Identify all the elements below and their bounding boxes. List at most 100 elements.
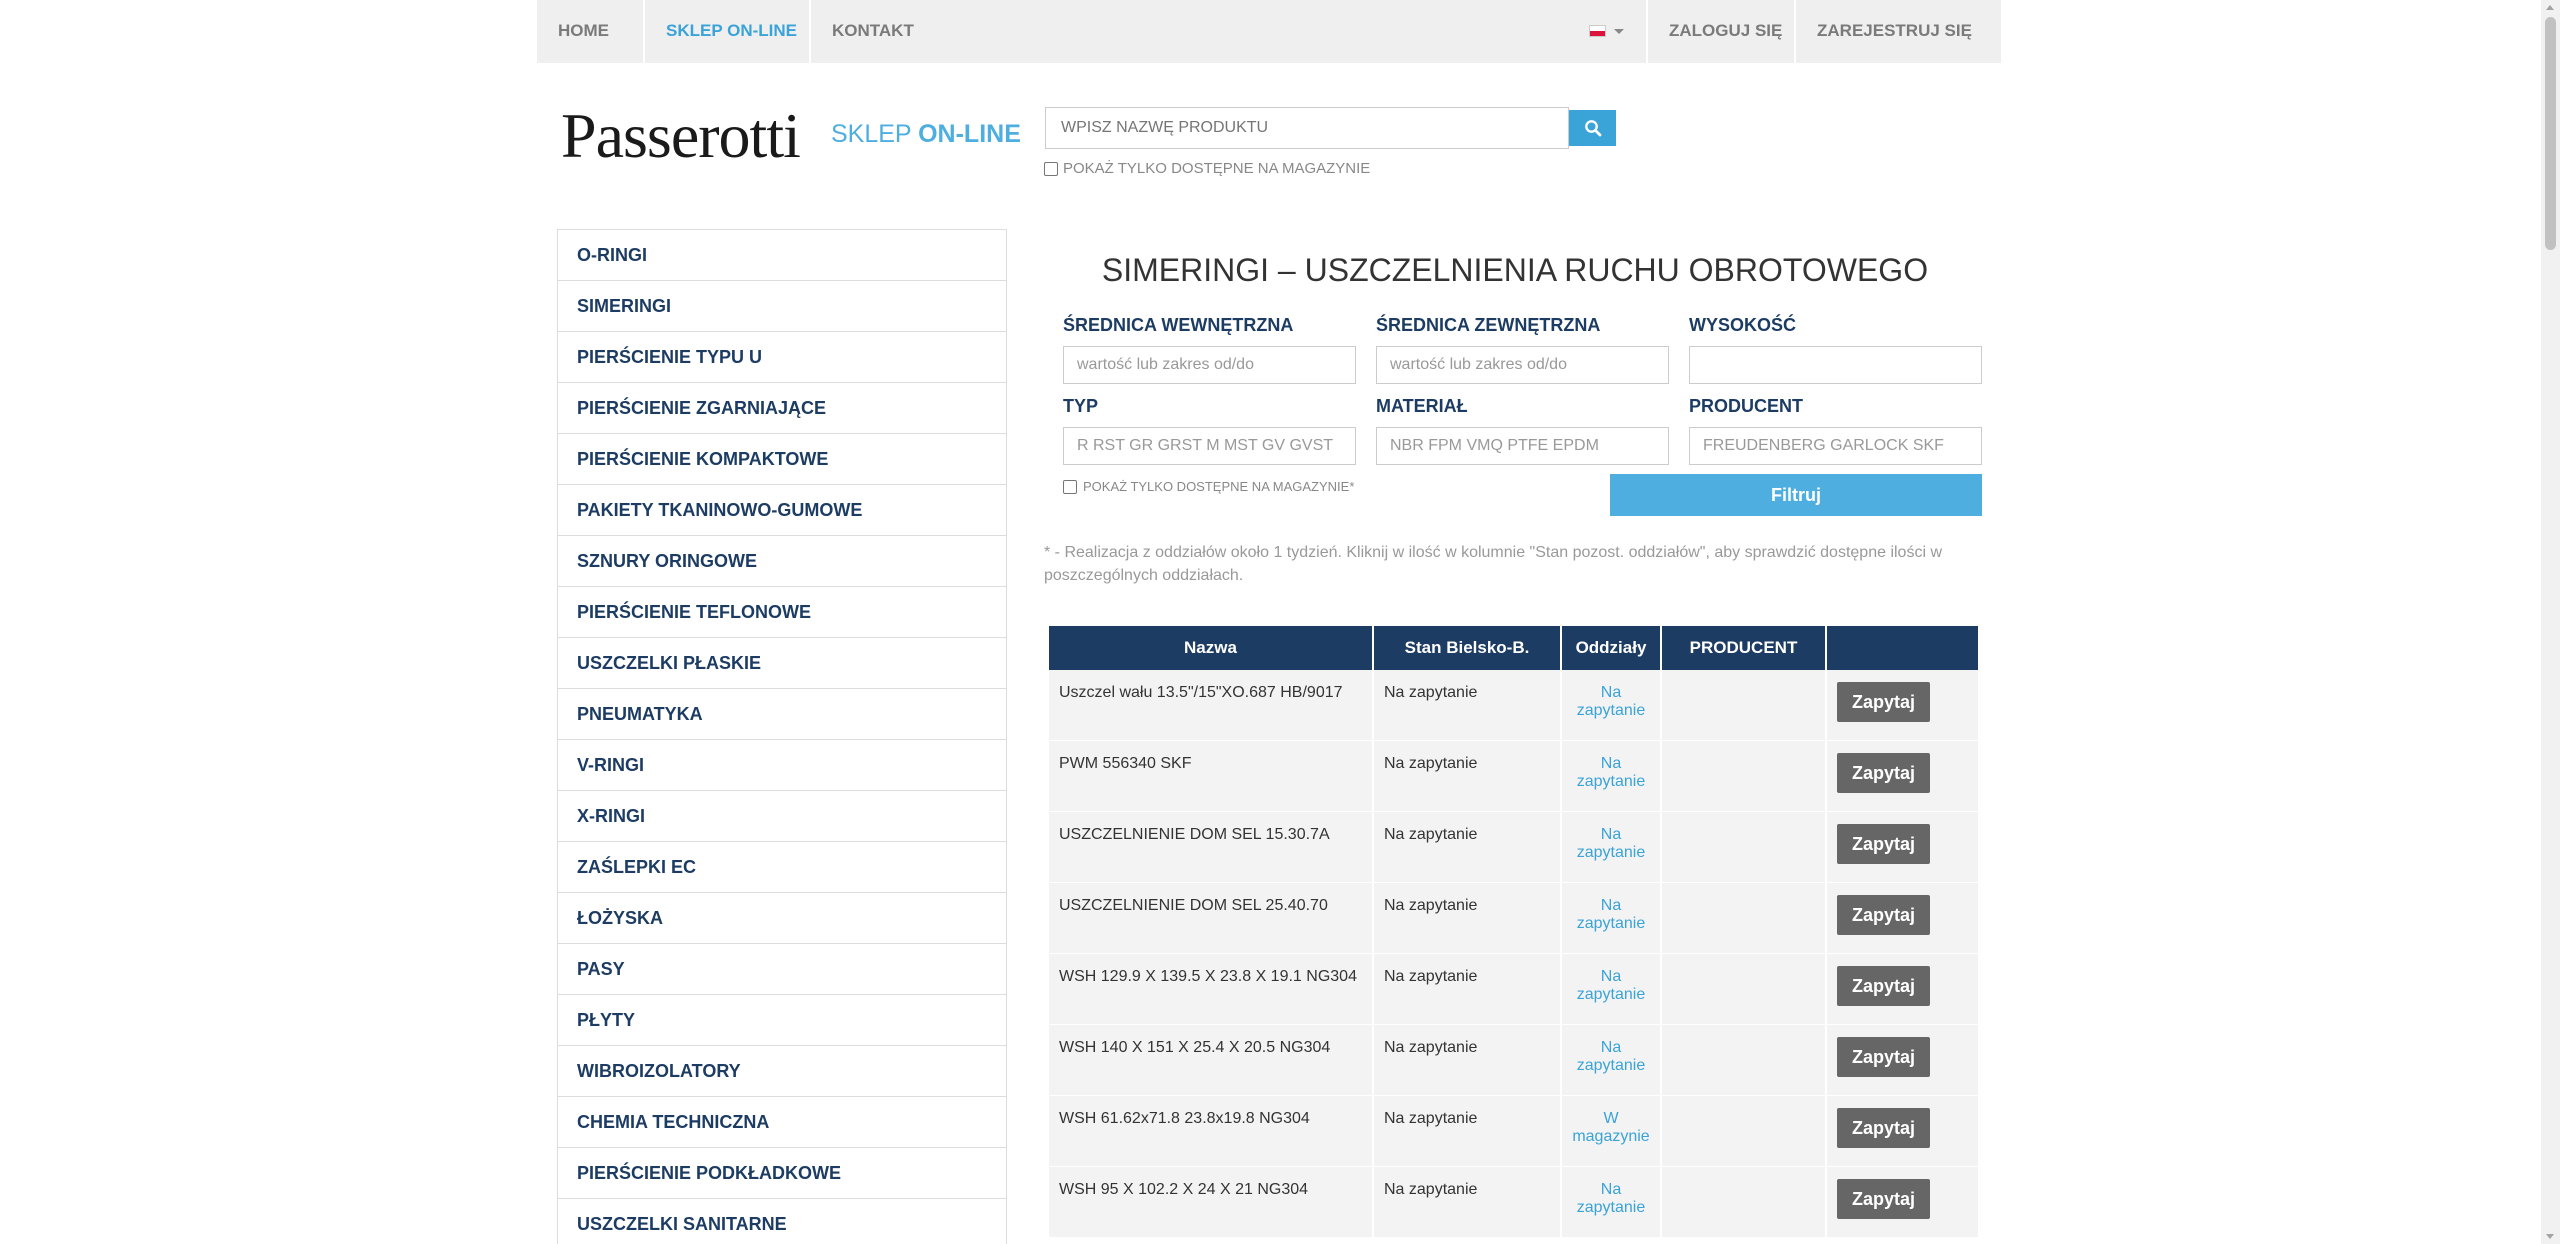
sidebar-item-sznury-oringowe[interactable]: SZNURY ORINGOWE — [558, 536, 1006, 587]
departments-stock-line: Na — [1600, 826, 1622, 843]
filter-height-label: WYSOKOŚĆ — [1689, 315, 1797, 335]
table-row: USZCZELNIENIE DOM SEL 25.40.70 Na zapyta… — [1049, 883, 1978, 954]
product-name[interactable]: USZCZELNIENIE DOM SEL 15.30.7A — [1049, 812, 1372, 883]
sidebar-item-plyty[interactable]: PŁYTY — [558, 995, 1006, 1046]
column-header-stock[interactable]: Stan Bielsko-B. — [1374, 626, 1560, 670]
product-name[interactable]: WSH 95 X 102.2 X 24 X 21 NG304 — [1049, 1167, 1372, 1238]
filter-stock-only-option: POKAŻ TYLKO DOSTĘPNE NA MAGAZYNIE* — [1063, 479, 1354, 494]
sidebar-item-x-ringi[interactable]: X-RINGI — [558, 791, 1006, 842]
table-row: WSH 61.62x71.8 23.8x19.8 NG304 Na zapyta… — [1049, 1096, 1978, 1167]
departments-stock-link[interactable]: Na zapytanie — [1562, 741, 1660, 812]
scroll-up-arrow-icon[interactable] — [2546, 5, 2554, 10]
product-name[interactable]: USZCZELNIENIE DOM SEL 25.40.70 — [1049, 883, 1372, 954]
sidebar-item-pasy[interactable]: PASY — [558, 944, 1006, 995]
sidebar-item-v-ringi[interactable]: V-RINGI — [558, 740, 1006, 791]
nav-contact-link[interactable]: KONTAKT — [811, 0, 935, 63]
filter-producer-input[interactable]: FREUDENBERG GARLOCK SKF — [1689, 427, 1982, 465]
search-stock-only-label: POKAŻ TYLKO DOSTĘPNE NA MAGAZYNIE — [1063, 160, 1371, 177]
nav-home-link[interactable]: HOME — [537, 0, 630, 63]
search-input[interactable] — [1045, 107, 1569, 149]
action-cell: Zapytaj — [1827, 741, 1978, 812]
producer-cell — [1662, 883, 1825, 954]
action-cell: Zapytaj — [1827, 954, 1978, 1025]
product-name[interactable]: PWM 556340 SKF — [1049, 741, 1372, 812]
product-name[interactable]: WSH 140 X 151 X 25.4 X 20.5 NG304 — [1049, 1025, 1372, 1096]
sidebar-item-uszczelki-sanitarne[interactable]: USZCZELKI SANITARNE — [558, 1199, 1006, 1244]
nav-login-link[interactable]: ZALOGUJ SIĘ — [1648, 0, 1803, 63]
departments-stock-link[interactable]: Na zapytanie — [1562, 954, 1660, 1025]
page: HOME SKLEP ON-LINE KONTAKT ZALOGUJ SIĘ Z… — [0, 0, 2560, 1244]
filter-material-label: MATERIAŁ — [1376, 396, 1468, 416]
filter-stock-only-checkbox[interactable] — [1063, 479, 1077, 494]
departments-stock-link[interactable]: Na zapytanie — [1562, 1025, 1660, 1096]
product-name[interactable]: WSH 61.62x71.8 23.8x19.8 NG304 — [1049, 1096, 1372, 1167]
sidebar-item-pierscienie-teflonowe[interactable]: PIERŚCIENIE TEFLONOWE — [558, 587, 1006, 638]
filter-button[interactable]: Filtruj — [1610, 474, 1982, 516]
filter-type-input[interactable]: R RST GR GRST M MST GV GVST — [1063, 427, 1356, 465]
sidebar-item-uszczelki-plaskie[interactable]: USZCZELKI PŁASKIE — [558, 638, 1006, 689]
departments-stock-link[interactable]: Wmagazynie — [1562, 1096, 1660, 1167]
scrollbar-thumb[interactable] — [2545, 17, 2556, 250]
sidebar-item-zaslepki-ec[interactable]: ZAŚLEPKI EC — [558, 842, 1006, 893]
inquire-button[interactable]: Zapytaj — [1837, 895, 1930, 935]
departments-stock-link[interactable]: Na zapytanie — [1562, 883, 1660, 954]
inquire-button[interactable]: Zapytaj — [1837, 682, 1930, 722]
column-header-name[interactable]: Nazwa — [1049, 626, 1372, 670]
inquire-button[interactable]: Zapytaj — [1837, 1179, 1930, 1219]
search-button[interactable] — [1569, 110, 1616, 146]
departments-stock-link[interactable]: Na zapytanie — [1562, 670, 1660, 741]
search-stock-only-option: POKAŻ TYLKO DOSTĘPNE NA MAGAZYNIE — [1044, 160, 1370, 177]
table-header-row: Nazwa Stan Bielsko-B. Oddziały PRODUCENT — [1049, 626, 1978, 670]
inquire-button[interactable]: Zapytaj — [1837, 753, 1930, 793]
column-header-producer[interactable]: PRODUCENT — [1662, 626, 1825, 670]
product-table: Nazwa Stan Bielsko-B. Oddziały PRODUCENT… — [1047, 626, 1980, 1238]
departments-stock-line: Na — [1600, 684, 1622, 701]
stock-status: Na zapytanie — [1374, 1167, 1560, 1238]
filter-outer-diameter-label: ŚREDNICA ZEWNĘTRZNA — [1376, 315, 1601, 335]
filter-material-input[interactable]: NBR FPM VMQ PTFE EPDM — [1376, 427, 1669, 465]
sidebar-item-pierscienie-kompaktowe[interactable]: PIERŚCIENIE KOMPAKTOWE — [558, 434, 1006, 485]
sidebar-item-pierscienie-zgarniajace[interactable]: PIERŚCIENIE ZGARNIAJĄCE — [558, 383, 1006, 434]
departments-stock-line: zapytanie — [1576, 915, 1646, 932]
sidebar-item-o-ringi[interactable]: O-RINGI — [558, 230, 1006, 281]
stock-status: Na zapytanie — [1374, 812, 1560, 883]
sidebar-item-wibroizolatory[interactable]: WIBROIZOLATORY — [558, 1046, 1006, 1097]
action-cell: Zapytaj — [1827, 1025, 1978, 1096]
sidebar-item-chemia-techniczna[interactable]: CHEMIA TECHNICZNA — [558, 1097, 1006, 1148]
nav-register-link[interactable]: ZAREJESTRUJ SIĘ — [1796, 0, 1993, 63]
logo-brand: Passerotti — [561, 100, 801, 171]
product-name[interactable]: Uszczel wału 13.5"/15"XO.687 HB/9017 — [1049, 670, 1372, 741]
departments-stock-link[interactable]: Na zapytanie — [1562, 1167, 1660, 1238]
table-row: WSH 95 X 102.2 X 24 X 21 NG304 Na zapyta… — [1049, 1167, 1978, 1238]
departments-stock-line: zapytanie — [1576, 1057, 1646, 1074]
page-scrollbar[interactable] — [2541, 0, 2560, 1244]
product-name[interactable]: WSH 129.9 X 139.5 X 23.8 X 19.1 NG304 — [1049, 954, 1372, 1025]
inquire-button[interactable]: Zapytaj — [1837, 1037, 1930, 1077]
producer-cell — [1662, 1096, 1825, 1167]
sidebar-item-pakiety-tkaninowo-gumowe[interactable]: PAKIETY TKANINOWO-GUMOWE — [558, 485, 1006, 536]
departments-stock-line: Na — [1600, 968, 1622, 985]
inquire-button[interactable]: Zapytaj — [1837, 1108, 1930, 1148]
producer-cell — [1662, 954, 1825, 1025]
sidebar-item-pneumatyka[interactable]: PNEUMATYKA — [558, 689, 1006, 740]
site-logo[interactable]: Passerotti SKLEP ON-LINE — [561, 100, 1021, 171]
departments-stock-link[interactable]: Na zapytanie — [1562, 812, 1660, 883]
filter-outer-diameter-input[interactable]: wartość lub zakres od/do — [1376, 346, 1669, 384]
sidebar-item-simeringi[interactable]: SIMERINGI — [558, 281, 1006, 332]
inquire-button[interactable]: Zapytaj — [1837, 824, 1930, 864]
producer-cell — [1662, 741, 1825, 812]
sidebar-item-lozyska[interactable]: ŁOŻYSKA — [558, 893, 1006, 944]
filter-inner-diameter-input[interactable]: wartość lub zakres od/do — [1063, 346, 1356, 384]
nav-shop-link[interactable]: SKLEP ON-LINE — [645, 0, 818, 63]
chevron-down-icon — [1614, 29, 1624, 34]
column-header-departments[interactable]: Oddziały — [1562, 626, 1660, 670]
departments-stock-line: Na — [1600, 755, 1622, 772]
table-row: Uszczel wału 13.5"/15"XO.687 HB/9017 Na … — [1049, 670, 1978, 741]
search-stock-only-checkbox[interactable] — [1044, 161, 1058, 176]
sidebar-item-pierscienie-podkladkowe[interactable]: PIERŚCIENIE PODKŁADKOWE — [558, 1148, 1006, 1199]
scroll-down-arrow-icon[interactable] — [2546, 1234, 2554, 1239]
inquire-button[interactable]: Zapytaj — [1837, 966, 1930, 1006]
filter-height-input[interactable] — [1689, 346, 1982, 384]
availability-note: * - Realizacja z oddziałów około 1 tydzi… — [1044, 544, 1942, 584]
sidebar-item-pierscienie-typu-u[interactable]: PIERŚCIENIE TYPU U — [558, 332, 1006, 383]
